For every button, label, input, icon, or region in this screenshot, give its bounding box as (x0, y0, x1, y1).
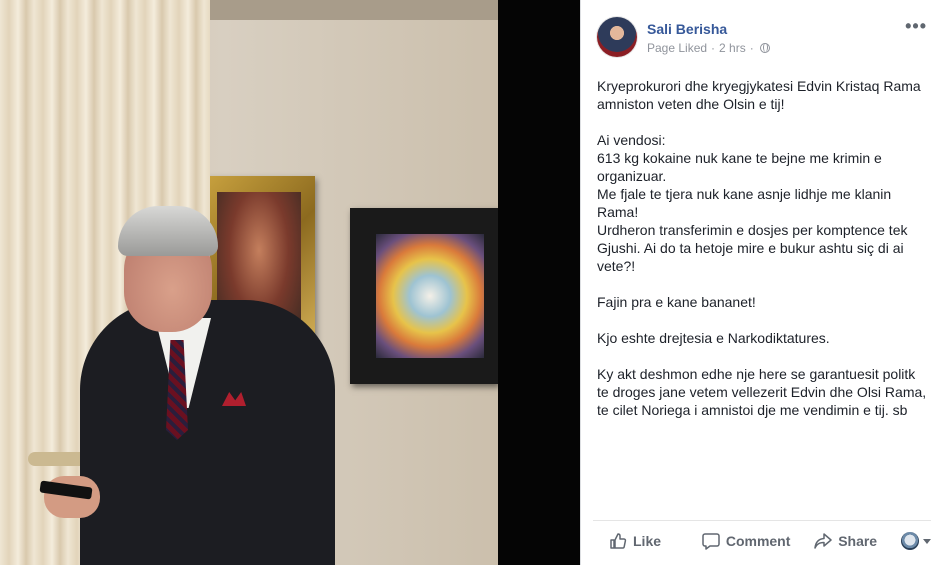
post-actions-bar: Like Comment Share (593, 520, 932, 561)
post-as-selector[interactable] (901, 532, 932, 550)
share-label: Share (838, 533, 878, 549)
more-options-icon[interactable]: ••• (905, 16, 927, 37)
post-meta: Page Liked · 2 hrs · (647, 41, 770, 55)
comment-button[interactable]: Comment (702, 522, 812, 560)
post-paragraph: Kjo eshte drejtesia e Narkodiktatures. (597, 330, 830, 346)
thumbs-up-icon (610, 533, 627, 549)
meta-separator: · (711, 41, 716, 55)
post-paragraph: Fajin pra e kane bananet! (597, 294, 756, 310)
post-paragraph: Kryeprokurori dhe kryegjykatesi Edvin Kr… (597, 78, 921, 112)
chevron-down-icon (923, 538, 932, 544)
meta-separator-2: · (749, 41, 754, 55)
post-photo[interactable] (0, 0, 580, 565)
page-liked-status: Page Liked (647, 41, 708, 55)
post-paragraph: Ai vendosi: 613 kg kokaine nuk kane te be… (597, 132, 908, 274)
photo-ceiling (180, 0, 500, 20)
share-button[interactable]: Share (814, 522, 893, 560)
post-card: Sali Berisha Page Liked · 2 hrs · ••• Kr… (580, 0, 942, 565)
page-avatar-icon (901, 532, 920, 550)
post-paragraph: Ky akt deshmon edhe nje here se garantue… (597, 366, 927, 418)
like-label: Like (633, 533, 662, 549)
post-text: Kryeprokurori dhe kryegjykatesi Edvin Kr… (597, 77, 927, 437)
comment-icon (702, 533, 720, 550)
comment-label: Comment (725, 533, 791, 549)
man-suit (80, 300, 335, 565)
curtain-tieback (28, 452, 88, 466)
photo-dark-edge (498, 0, 580, 565)
dark-framed-painting (350, 208, 498, 384)
author-avatar[interactable] (597, 17, 637, 57)
like-button[interactable]: Like (609, 522, 688, 560)
author-name[interactable]: Sali Berisha (647, 21, 727, 37)
post-timestamp[interactable]: 2 hrs (719, 41, 746, 55)
share-arrow-icon (814, 533, 832, 549)
globe-icon[interactable] (759, 43, 770, 53)
